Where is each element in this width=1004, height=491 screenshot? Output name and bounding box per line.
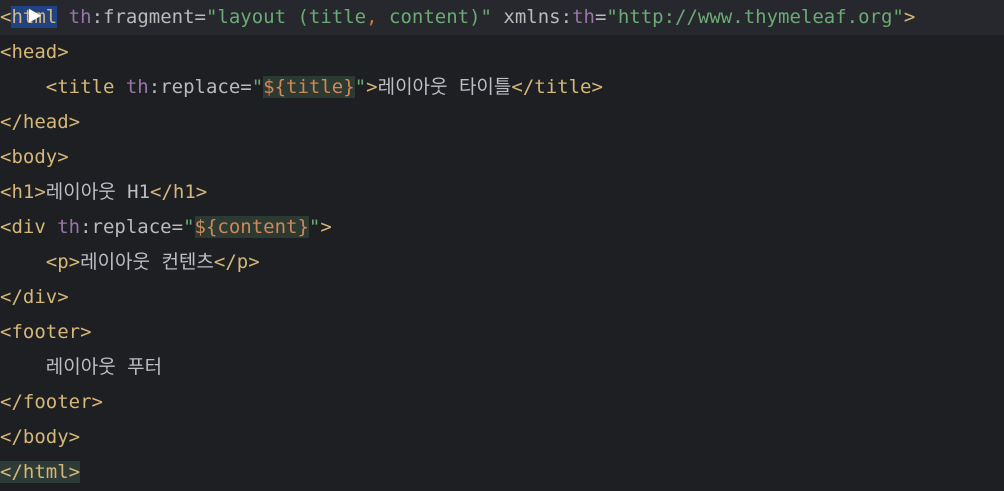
fragment-attr-name: :fragment xyxy=(91,6,195,28)
code-line-4[interactable]: </head> xyxy=(0,105,1004,140)
head-close-tag: </head> xyxy=(0,111,81,133)
code-line-9[interactable]: </div> xyxy=(0,280,1004,315)
code-line-6[interactable]: <h1>레이아웃 H1</h1> xyxy=(0,175,1004,210)
body-close-tag: </body> xyxy=(0,426,81,448)
title-text: 레이아웃 타이틀 xyxy=(377,76,512,98)
code-line-14[interactable]: </html> xyxy=(0,455,1004,490)
title-expression: ${title} xyxy=(263,76,355,98)
h1-open-tag: <h1> xyxy=(0,181,46,203)
div-replace-quote-close: " xyxy=(308,216,321,238)
xmlns-attr-name: xmlns xyxy=(503,6,561,28)
code-line-12[interactable]: </footer> xyxy=(0,385,1004,420)
div-close-tag: </div> xyxy=(0,286,69,308)
title-replace-quote-close: " xyxy=(354,76,367,98)
body-open-tag: <body> xyxy=(0,146,69,168)
h1-close-tag: </h1> xyxy=(150,181,208,203)
html-close-tag: </html> xyxy=(0,461,81,483)
code-line-1[interactable]: <html th:fragment="layout (title, conten… xyxy=(0,0,1004,35)
code-line-8[interactable]: <p>레이아웃 컨텐츠</p> xyxy=(0,245,1004,280)
code-line-13[interactable]: </body> xyxy=(0,420,1004,455)
code-line-7[interactable]: <div th:replace="${content}"> xyxy=(0,210,1004,245)
fragment-attr-equals: = xyxy=(194,6,206,28)
xmlns-attr-value: "http://www.thymeleaf.org" xyxy=(606,6,904,28)
title-tag-gt: > xyxy=(366,76,378,98)
fragment-attr-value-end: content)" xyxy=(377,6,492,28)
code-line-5[interactable]: <body> xyxy=(0,140,1004,175)
content-expression: ${content} xyxy=(194,216,309,238)
html-tag-open: < xyxy=(0,6,12,28)
title-replace-quote-open: " xyxy=(251,76,264,98)
code-line-11[interactable]: 레이아웃 푸터 xyxy=(0,350,1004,385)
title-replace-equals: = xyxy=(240,76,252,98)
title-replace-namespace: th xyxy=(125,76,149,98)
code-editor[interactable]: <html th:fragment="layout (title, conten… xyxy=(0,0,1004,491)
footer-close-tag: </footer> xyxy=(0,391,103,413)
footer-open-tag: <footer> xyxy=(0,321,92,343)
p-close-tag: </p> xyxy=(213,251,260,273)
xmlns-attr-colon: : xyxy=(560,6,573,28)
title-tag-close: </title> xyxy=(511,76,603,98)
xmlns-attr-namespace: th xyxy=(572,6,595,28)
div-tag-gt: > xyxy=(320,216,332,238)
title-replace-attr: :replace xyxy=(148,76,241,98)
code-line-10[interactable]: <footer> xyxy=(0,315,1004,350)
div-replace-quote-open: " xyxy=(183,216,195,238)
fragment-attr-value-start: "layout (title xyxy=(205,6,367,28)
h1-text: 레이아웃 H1 xyxy=(45,181,151,203)
html-tag-close: > xyxy=(903,6,916,28)
xmlns-attr-equals: = xyxy=(594,6,607,28)
code-line-2[interactable]: <head> xyxy=(0,35,1004,70)
fragment-attr-comma: , xyxy=(366,6,378,28)
div-replace-equals: = xyxy=(171,216,184,238)
p-open-tag: <p> xyxy=(45,251,81,273)
fragment-attr-namespace: th xyxy=(68,6,92,28)
head-open-tag: <head> xyxy=(0,41,69,63)
footer-text: 레이아웃 푸터 xyxy=(45,356,163,378)
div-replace-attr: :replace xyxy=(80,216,172,238)
p-text: 레이아웃 컨텐츠 xyxy=(80,251,214,273)
title-tag-open: <title xyxy=(45,76,115,98)
code-line-3[interactable]: <title th:replace="${title}">레이아웃 타이틀</t… xyxy=(0,70,1004,105)
div-replace-namespace: th xyxy=(57,216,81,238)
div-tag-open: <div xyxy=(0,216,46,238)
